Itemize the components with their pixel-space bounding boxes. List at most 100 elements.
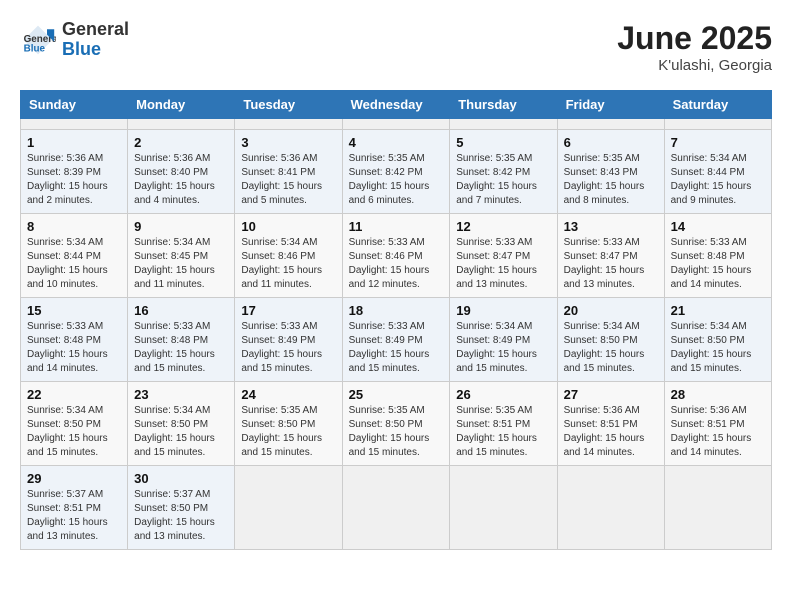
day-info: Sunrise: 5:33 AM Sunset: 8:47 PM Dayligh… — [564, 236, 658, 292]
calendar-cell: 11 Sunrise: 5:33 AM Sunset: 8:46 PM Dayl… — [342, 214, 450, 298]
day-number: 13 — [564, 219, 658, 234]
calendar-cell: 24 Sunrise: 5:35 AM Sunset: 8:50 PM Dayl… — [235, 382, 342, 466]
calendar-cell: 21 Sunrise: 5:34 AM Sunset: 8:50 PM Dayl… — [664, 298, 771, 382]
calendar-cell — [235, 466, 342, 550]
day-number: 21 — [671, 303, 765, 318]
day-info: Sunrise: 5:36 AM Sunset: 8:51 PM Dayligh… — [564, 404, 658, 460]
calendar-cell: 7 Sunrise: 5:34 AM Sunset: 8:44 PM Dayli… — [664, 130, 771, 214]
logo-blue-text: Blue — [62, 40, 129, 60]
calendar-week-row: 29 Sunrise: 5:37 AM Sunset: 8:51 PM Dayl… — [21, 466, 772, 550]
day-number: 29 — [27, 471, 121, 486]
calendar-cell: 8 Sunrise: 5:34 AM Sunset: 8:44 PM Dayli… — [21, 214, 128, 298]
calendar-cell: 10 Sunrise: 5:34 AM Sunset: 8:46 PM Dayl… — [235, 214, 342, 298]
day-info: Sunrise: 5:34 AM Sunset: 8:50 PM Dayligh… — [134, 404, 228, 460]
calendar-cell: 3 Sunrise: 5:36 AM Sunset: 8:41 PM Dayli… — [235, 130, 342, 214]
day-number: 3 — [241, 135, 335, 150]
day-number: 11 — [349, 219, 444, 234]
day-info: Sunrise: 5:36 AM Sunset: 8:51 PM Dayligh… — [671, 404, 765, 460]
calendar-cell — [342, 466, 450, 550]
day-info: Sunrise: 5:33 AM Sunset: 8:49 PM Dayligh… — [349, 320, 444, 376]
svg-text:Blue: Blue — [24, 43, 46, 54]
day-info: Sunrise: 5:35 AM Sunset: 8:43 PM Dayligh… — [564, 152, 658, 208]
calendar-cell: 16 Sunrise: 5:33 AM Sunset: 8:48 PM Dayl… — [128, 298, 235, 382]
calendar-cell: 28 Sunrise: 5:36 AM Sunset: 8:51 PM Dayl… — [664, 382, 771, 466]
calendar-cell: 14 Sunrise: 5:33 AM Sunset: 8:48 PM Dayl… — [664, 214, 771, 298]
calendar-cell: 25 Sunrise: 5:35 AM Sunset: 8:50 PM Dayl… — [342, 382, 450, 466]
day-info: Sunrise: 5:33 AM Sunset: 8:46 PM Dayligh… — [349, 236, 444, 292]
calendar-cell: 9 Sunrise: 5:34 AM Sunset: 8:45 PM Dayli… — [128, 214, 235, 298]
day-info: Sunrise: 5:37 AM Sunset: 8:51 PM Dayligh… — [27, 488, 121, 544]
day-info: Sunrise: 5:35 AM Sunset: 8:42 PM Dayligh… — [349, 152, 444, 208]
day-number: 5 — [456, 135, 550, 150]
day-number: 12 — [456, 219, 550, 234]
calendar-cell: 15 Sunrise: 5:33 AM Sunset: 8:48 PM Dayl… — [21, 298, 128, 382]
calendar-week-row — [21, 119, 772, 130]
day-number: 10 — [241, 219, 335, 234]
calendar-week-row: 1 Sunrise: 5:36 AM Sunset: 8:39 PM Dayli… — [21, 130, 772, 214]
logo-general-text: General — [62, 20, 129, 40]
day-number: 23 — [134, 387, 228, 402]
logo-icon: General Blue — [20, 22, 56, 58]
day-number: 7 — [671, 135, 765, 150]
day-info: Sunrise: 5:34 AM Sunset: 8:44 PM Dayligh… — [671, 152, 765, 208]
col-header-tuesday: Tuesday — [235, 91, 342, 119]
calendar-table: SundayMondayTuesdayWednesdayThursdayFrid… — [20, 90, 772, 550]
day-info: Sunrise: 5:35 AM Sunset: 8:50 PM Dayligh… — [241, 404, 335, 460]
day-info: Sunrise: 5:34 AM Sunset: 8:45 PM Dayligh… — [134, 236, 228, 292]
calendar-week-row: 8 Sunrise: 5:34 AM Sunset: 8:44 PM Dayli… — [21, 214, 772, 298]
day-info: Sunrise: 5:34 AM Sunset: 8:49 PM Dayligh… — [456, 320, 550, 376]
day-info: Sunrise: 5:34 AM Sunset: 8:50 PM Dayligh… — [671, 320, 765, 376]
day-number: 22 — [27, 387, 121, 402]
day-info: Sunrise: 5:36 AM Sunset: 8:39 PM Dayligh… — [27, 152, 121, 208]
calendar-cell — [21, 119, 128, 130]
calendar-week-row: 15 Sunrise: 5:33 AM Sunset: 8:48 PM Dayl… — [21, 298, 772, 382]
col-header-wednesday: Wednesday — [342, 91, 450, 119]
day-info: Sunrise: 5:34 AM Sunset: 8:50 PM Dayligh… — [27, 404, 121, 460]
day-number: 26 — [456, 387, 550, 402]
calendar-cell: 20 Sunrise: 5:34 AM Sunset: 8:50 PM Dayl… — [557, 298, 664, 382]
calendar-cell — [557, 119, 664, 130]
calendar-cell: 6 Sunrise: 5:35 AM Sunset: 8:43 PM Dayli… — [557, 130, 664, 214]
day-number: 27 — [564, 387, 658, 402]
col-header-monday: Monday — [128, 91, 235, 119]
calendar-cell — [128, 119, 235, 130]
calendar-cell: 17 Sunrise: 5:33 AM Sunset: 8:49 PM Dayl… — [235, 298, 342, 382]
calendar-cell — [450, 466, 557, 550]
day-number: 6 — [564, 135, 658, 150]
logo: General Blue General Blue — [20, 20, 129, 60]
calendar-cell — [664, 119, 771, 130]
calendar-cell: 5 Sunrise: 5:35 AM Sunset: 8:42 PM Dayli… — [450, 130, 557, 214]
day-info: Sunrise: 5:34 AM Sunset: 8:44 PM Dayligh… — [27, 236, 121, 292]
calendar-cell: 13 Sunrise: 5:33 AM Sunset: 8:47 PM Dayl… — [557, 214, 664, 298]
day-info: Sunrise: 5:37 AM Sunset: 8:50 PM Dayligh… — [134, 488, 228, 544]
day-info: Sunrise: 5:33 AM Sunset: 8:48 PM Dayligh… — [27, 320, 121, 376]
day-info: Sunrise: 5:35 AM Sunset: 8:42 PM Dayligh… — [456, 152, 550, 208]
title-block: June 2025 K'ulashi, Georgia — [617, 20, 772, 74]
calendar-cell — [557, 466, 664, 550]
logo-text: General Blue — [62, 20, 129, 60]
day-number: 30 — [134, 471, 228, 486]
calendar-cell — [342, 119, 450, 130]
day-number: 8 — [27, 219, 121, 234]
day-number: 25 — [349, 387, 444, 402]
day-info: Sunrise: 5:33 AM Sunset: 8:47 PM Dayligh… — [456, 236, 550, 292]
day-number: 28 — [671, 387, 765, 402]
calendar-cell: 19 Sunrise: 5:34 AM Sunset: 8:49 PM Dayl… — [450, 298, 557, 382]
location: K'ulashi, Georgia — [617, 57, 772, 74]
calendar-cell: 12 Sunrise: 5:33 AM Sunset: 8:47 PM Dayl… — [450, 214, 557, 298]
calendar-cell: 4 Sunrise: 5:35 AM Sunset: 8:42 PM Dayli… — [342, 130, 450, 214]
day-number: 15 — [27, 303, 121, 318]
day-info: Sunrise: 5:34 AM Sunset: 8:50 PM Dayligh… — [564, 320, 658, 376]
day-info: Sunrise: 5:33 AM Sunset: 8:48 PM Dayligh… — [671, 236, 765, 292]
col-header-thursday: Thursday — [450, 91, 557, 119]
day-number: 19 — [456, 303, 550, 318]
day-number: 17 — [241, 303, 335, 318]
day-info: Sunrise: 5:33 AM Sunset: 8:48 PM Dayligh… — [134, 320, 228, 376]
month-title: June 2025 — [617, 20, 772, 57]
calendar-cell — [235, 119, 342, 130]
day-number: 18 — [349, 303, 444, 318]
page-header: General Blue General Blue June 2025 K'ul… — [20, 20, 772, 74]
day-number: 20 — [564, 303, 658, 318]
day-number: 14 — [671, 219, 765, 234]
calendar-cell: 18 Sunrise: 5:33 AM Sunset: 8:49 PM Dayl… — [342, 298, 450, 382]
